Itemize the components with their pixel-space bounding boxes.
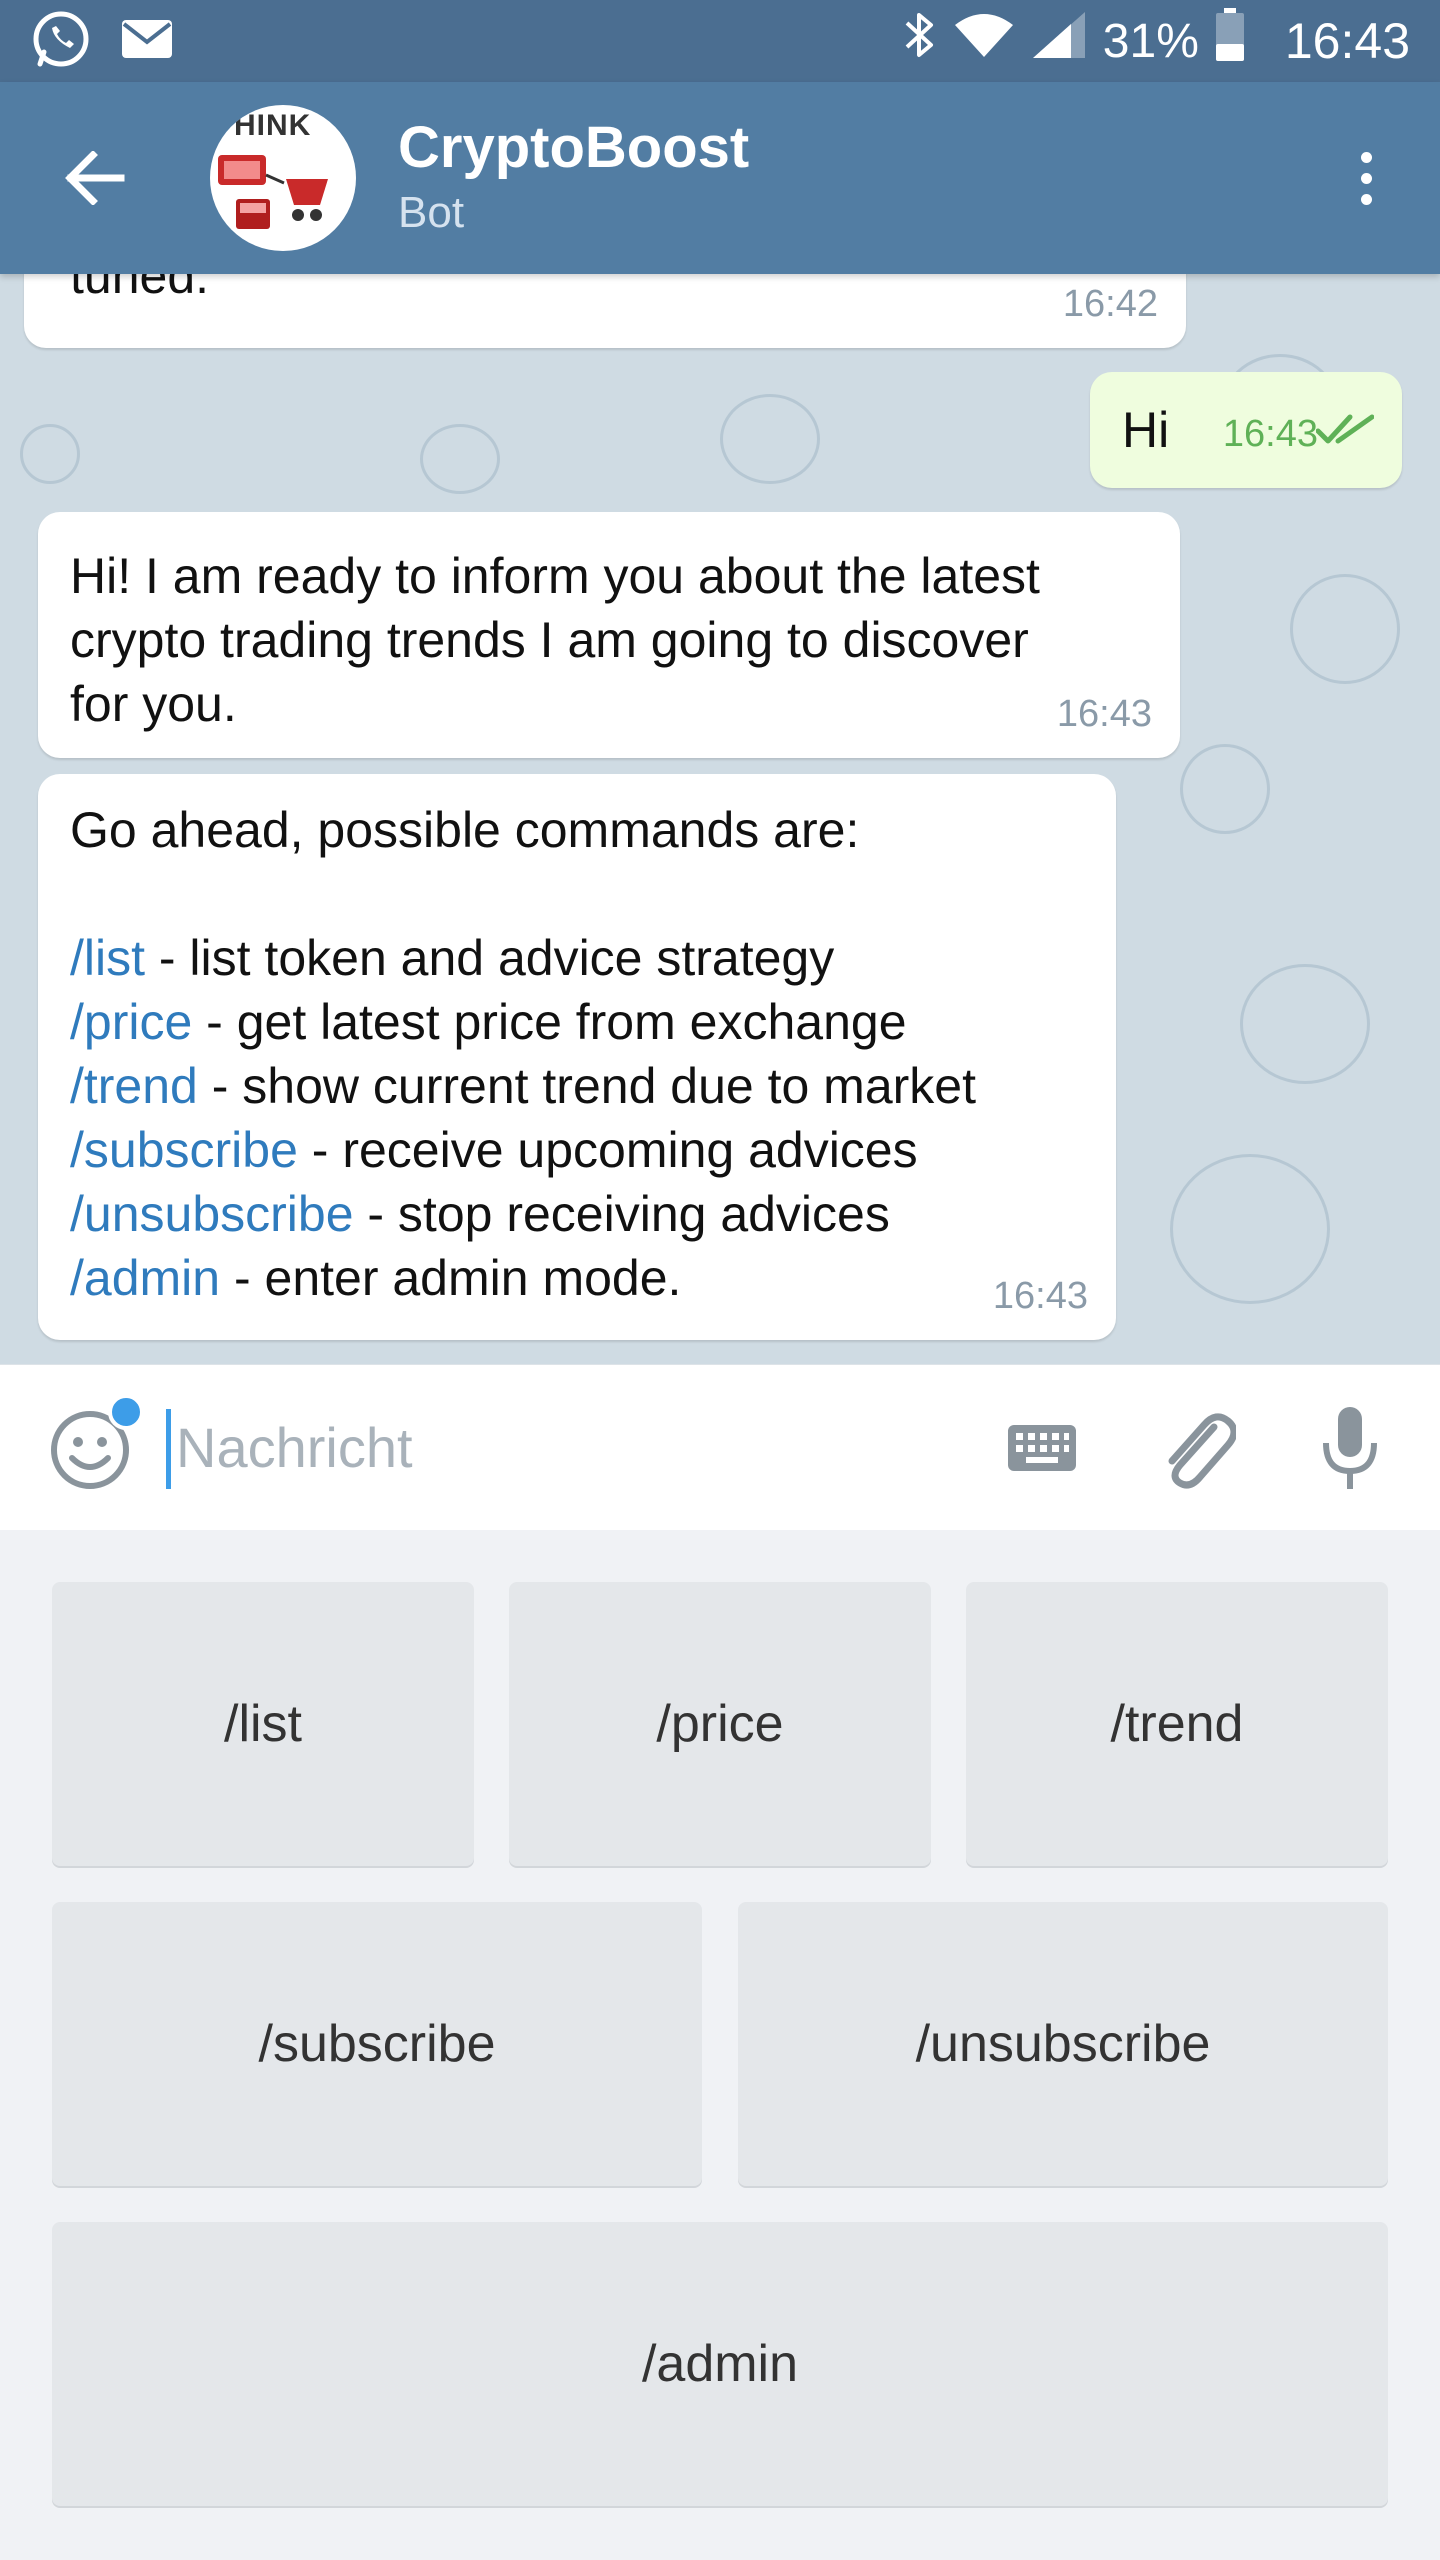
keyboard-toggle-button[interactable] bbox=[992, 1398, 1092, 1498]
battery-percentage: 31% bbox=[1102, 14, 1199, 68]
doodle-decoration bbox=[1180, 744, 1270, 834]
message-bubble-outgoing[interactable]: Hi 16:43 bbox=[1090, 372, 1402, 488]
message-line: Hi! I am ready to inform you about the l… bbox=[70, 548, 1040, 604]
keyboard-button-list[interactable]: /list bbox=[52, 1582, 474, 1866]
message-line: for you. bbox=[70, 676, 237, 732]
keyboard-button-price[interactable]: /price bbox=[509, 1582, 931, 1866]
microphone-icon bbox=[1323, 1406, 1377, 1489]
paperclip-icon bbox=[1168, 1412, 1236, 1488]
command-link-unsubscribe[interactable]: /unsubscribe bbox=[70, 1186, 354, 1242]
doodle-decoration bbox=[20, 424, 80, 484]
shopping-cart-icon bbox=[218, 155, 328, 229]
chat-header: HINK CryptoBoost Bot bbox=[0, 82, 1440, 274]
keyboard-icon bbox=[1008, 1424, 1076, 1471]
title-block[interactable]: CryptoBoost Bot bbox=[398, 115, 749, 241]
attach-button[interactable] bbox=[1146, 1398, 1246, 1498]
bot-keyboard: /list /price /trend /subscribe /unsubscr… bbox=[0, 1530, 1440, 2560]
message-bubble-incoming[interactable]: Go ahead, possible commands are: /list -… bbox=[38, 774, 1116, 1340]
message-input-wrapper bbox=[166, 1403, 992, 1493]
keyboard-button-unsubscribe[interactable]: /unsubscribe bbox=[738, 1902, 1388, 2186]
message-input-bar bbox=[0, 1364, 1440, 1530]
chat-subtitle: Bot bbox=[398, 188, 465, 237]
chat-area[interactable]: tuned. 16:42 Hi 16:43 Hi! I am ready to … bbox=[0, 274, 1440, 1364]
more-options-button[interactable] bbox=[1326, 123, 1406, 233]
message-bubble-incoming[interactable]: tuned. 16:42 bbox=[24, 274, 1186, 348]
battery-icon bbox=[1215, 8, 1245, 74]
command-link-trend[interactable]: /trend bbox=[70, 1058, 198, 1114]
message-time: 16:43 bbox=[1056, 693, 1152, 735]
message-line: crypto trading trends I am going to disc… bbox=[70, 612, 1029, 668]
status-bar: 31% 16:43 bbox=[0, 0, 1440, 82]
keyboard-button-trend[interactable]: /trend bbox=[966, 1582, 1388, 1866]
emoji-button[interactable] bbox=[44, 1393, 144, 1496]
text-cursor bbox=[166, 1408, 171, 1489]
bluetooth-icon bbox=[903, 9, 937, 73]
message-text: Go ahead, possible commands are: /list -… bbox=[70, 798, 976, 1310]
command-link-admin[interactable]: /admin bbox=[70, 1250, 220, 1306]
notification-dot bbox=[108, 1393, 144, 1430]
signal-icon bbox=[1031, 10, 1087, 72]
whatsapp-icon bbox=[30, 8, 92, 75]
message-time: 16:43 bbox=[992, 1275, 1088, 1317]
doodle-decoration bbox=[1240, 964, 1370, 1084]
message-text: tuned. bbox=[70, 274, 210, 304]
command-line: /price - get latest price from exchange bbox=[70, 994, 907, 1050]
command-line: /list - list token and advice strategy bbox=[70, 930, 835, 986]
command-line: /subscribe - receive upcoming advices bbox=[70, 1122, 918, 1178]
command-link-price[interactable]: /price bbox=[70, 994, 192, 1050]
arrow-left-icon bbox=[65, 151, 125, 205]
message-input[interactable] bbox=[166, 1415, 926, 1480]
message-time: 16:43 bbox=[1222, 413, 1318, 455]
more-vertical-icon bbox=[1360, 151, 1372, 163]
avatar[interactable]: HINK bbox=[210, 105, 356, 251]
command-link-subscribe[interactable]: /subscribe bbox=[70, 1122, 298, 1178]
message-time: 16:42 bbox=[1062, 283, 1158, 325]
status-clock: 16:43 bbox=[1284, 13, 1410, 69]
command-line: /trend - show current trend due to marke… bbox=[70, 1058, 976, 1114]
keyboard-button-subscribe[interactable]: /subscribe bbox=[52, 1902, 702, 2186]
wifi-icon bbox=[953, 11, 1015, 71]
doodle-decoration bbox=[420, 424, 500, 494]
message-line: Go ahead, possible commands are: bbox=[70, 802, 860, 858]
doodle-decoration bbox=[1170, 1154, 1330, 1304]
mail-icon bbox=[120, 18, 174, 65]
voice-message-button[interactable] bbox=[1300, 1398, 1400, 1498]
message-text: Hi! I am ready to inform you about the l… bbox=[70, 544, 1040, 736]
doodle-decoration bbox=[720, 394, 820, 484]
doodle-decoration bbox=[1290, 574, 1400, 684]
command-line: /admin - enter admin mode. bbox=[70, 1250, 682, 1306]
back-button[interactable] bbox=[40, 123, 150, 233]
message-text: Hi bbox=[1122, 402, 1170, 458]
message-bubble-incoming[interactable]: Hi! I am ready to inform you about the l… bbox=[38, 512, 1180, 758]
chat-title: CryptoBoost bbox=[398, 115, 750, 180]
double-check-icon bbox=[1315, 396, 1375, 460]
command-line: /unsubscribe - stop receiving advices bbox=[70, 1186, 890, 1242]
command-link-list[interactable]: /list bbox=[70, 930, 145, 986]
keyboard-button-admin[interactable]: /admin bbox=[52, 2222, 1388, 2506]
